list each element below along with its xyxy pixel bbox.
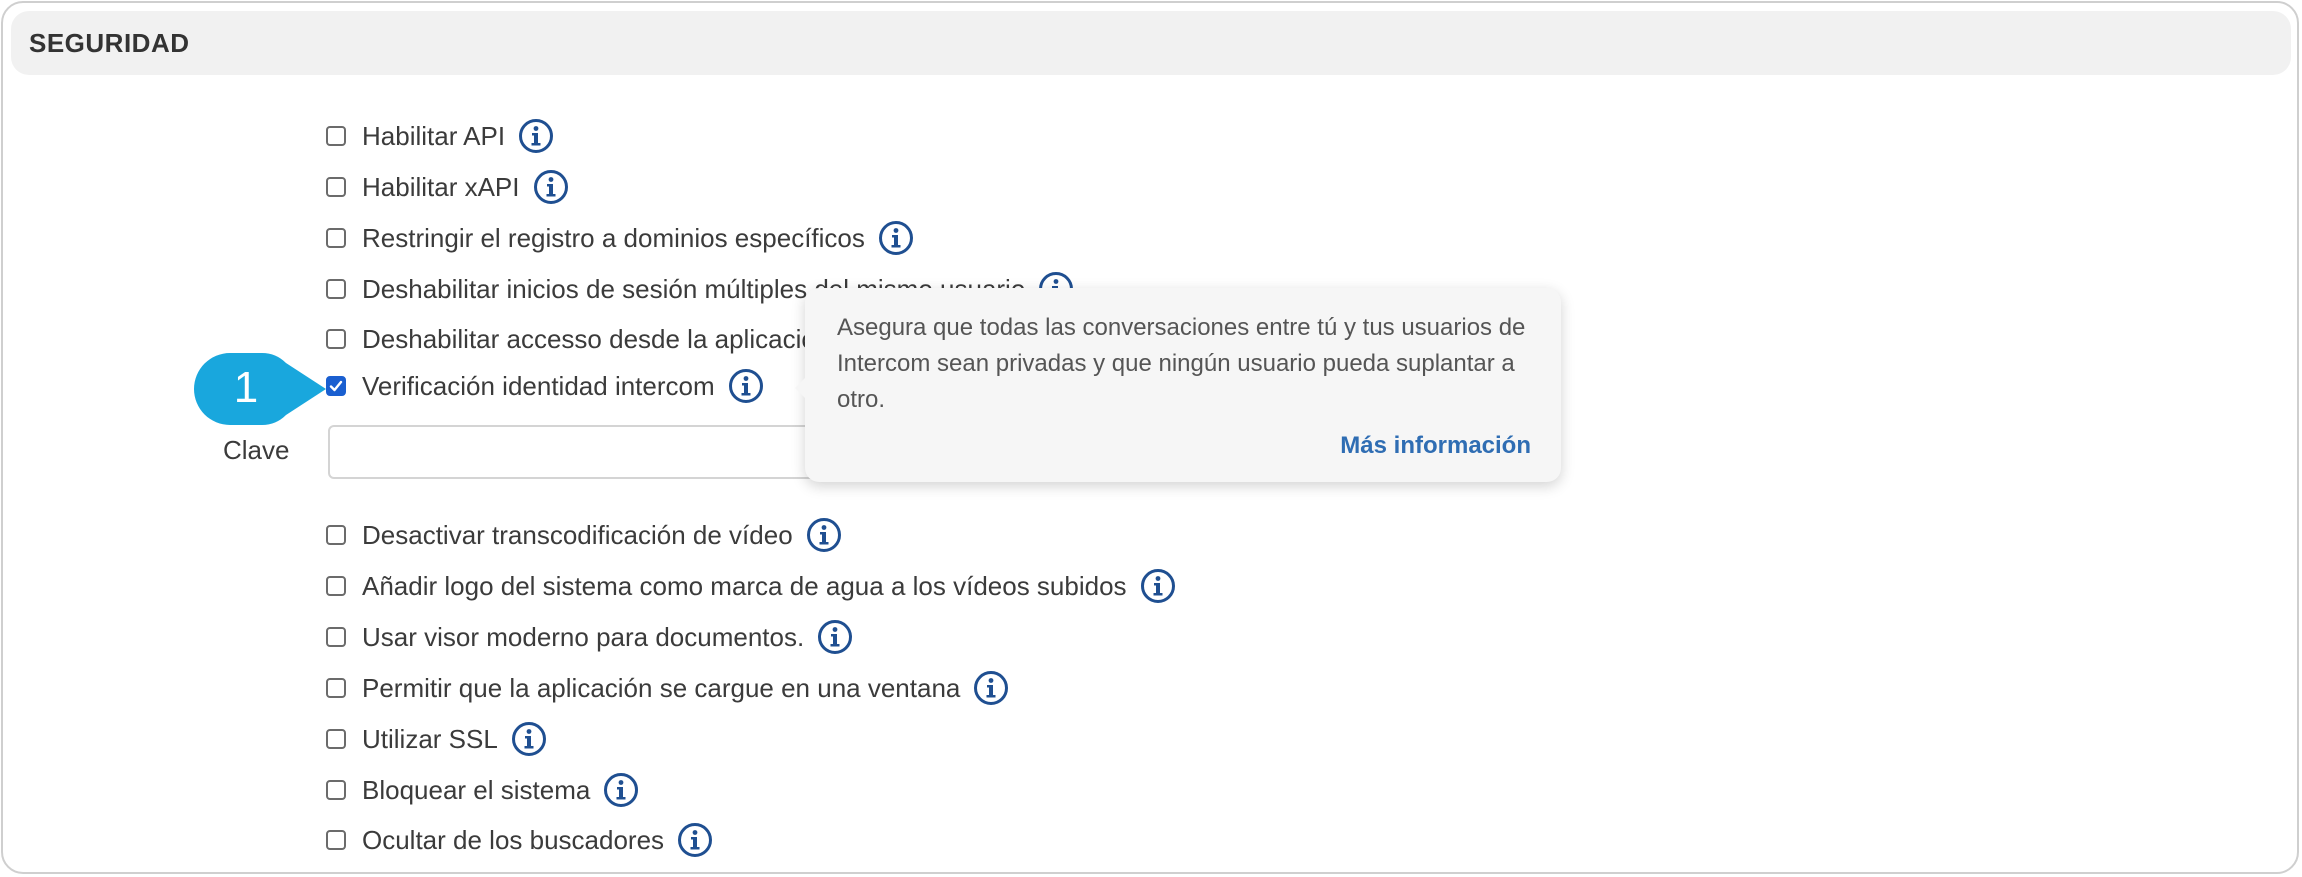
option-label: Usar visor moderno para documentos. [362, 621, 805, 652]
option-label: Ocultar de los buscadores [362, 824, 665, 855]
more-info-link[interactable]: Más información [1340, 432, 1531, 460]
info-icon[interactable] [1139, 567, 1177, 605]
checkbox-logo-marca-agua[interactable] [326, 576, 346, 596]
tooltip-arrow [795, 378, 805, 398]
info-icon[interactable] [805, 516, 843, 554]
option-label: Verificación identidad intercom [362, 370, 715, 401]
clave-input[interactable] [328, 425, 828, 479]
option-bloquear-sistema: Bloquear el sistema [326, 770, 640, 810]
step-callout: 1 [194, 353, 326, 425]
option-label: Añadir logo del sistema como marca de ag… [362, 570, 1127, 601]
info-icon[interactable] [517, 117, 555, 155]
tooltip-text: Asegura que todas las conversaciones ent… [837, 314, 1526, 413]
option-label: Bloquear el sistema [362, 774, 591, 805]
info-tooltip: Asegura que todas las conversaciones ent… [795, 288, 1561, 482]
option-label: Habilitar API [362, 120, 506, 151]
option-ocultar-buscadores: Ocultar de los buscadores [326, 820, 714, 860]
option-restringir-registro: Restringir el registro a dominios especí… [326, 218, 915, 258]
checkbox-habilitar-api[interactable] [326, 126, 346, 146]
option-habilitar-xapi: Habilitar xAPI [326, 167, 570, 207]
option-label: Habilitar xAPI [362, 171, 520, 202]
option-label: Deshabilitar accesso desde la aplicación [362, 323, 831, 354]
option-visor-moderno: Usar visor moderno para documentos. [326, 617, 854, 657]
option-verificacion-intercom: Verificación identidad intercom [326, 366, 765, 406]
checkbox-desactivar-transcodificacion[interactable] [326, 525, 346, 545]
checkbox-habilitar-xapi[interactable] [326, 177, 346, 197]
checkmark-icon [329, 380, 343, 392]
info-icon[interactable] [602, 771, 640, 809]
checkbox-restringir-registro[interactable] [326, 228, 346, 248]
info-icon[interactable] [972, 669, 1010, 707]
checkbox-utilizar-ssl[interactable] [326, 729, 346, 749]
option-label: Permitir que la aplicación se cargue en … [362, 672, 961, 703]
checkbox-cargar-en-ventana[interactable] [326, 678, 346, 698]
info-icon[interactable] [676, 821, 714, 859]
info-icon[interactable] [816, 618, 854, 656]
checkbox-deshabilitar-acceso-app[interactable] [326, 329, 346, 349]
option-cargar-en-ventana: Permitir que la aplicación se cargue en … [326, 668, 1010, 708]
info-icon[interactable] [532, 168, 570, 206]
option-utilizar-ssl: Utilizar SSL [326, 719, 548, 759]
checkbox-deshabilitar-sesiones-multiples[interactable] [326, 279, 346, 299]
callout-number: 1 [233, 363, 259, 412]
option-desactivar-transcodificacion: Desactivar transcodificación de vídeo [326, 515, 843, 555]
clave-label: Clave [223, 435, 290, 465]
option-deshabilitar-acceso-app: Deshabilitar accesso desde la aplicación [326, 319, 830, 359]
option-label: Utilizar SSL [362, 723, 498, 754]
option-logo-marca-agua: Añadir logo del sistema como marca de ag… [326, 566, 1177, 606]
section-title: SEGURIDAD [29, 27, 190, 58]
checkbox-verificacion-intercom[interactable] [326, 376, 346, 396]
info-icon[interactable] [727, 367, 765, 405]
checkbox-bloquear-sistema[interactable] [326, 780, 346, 800]
option-habilitar-api: Habilitar API [326, 116, 555, 156]
settings-panel: SEGURIDAD Habilitar API Habilitar xAPI R… [1, 1, 2299, 874]
option-label: Desactivar transcodificación de vídeo [362, 519, 793, 550]
checkbox-visor-moderno[interactable] [326, 627, 346, 647]
info-icon[interactable] [877, 219, 915, 257]
section-header: SEGURIDAD [11, 11, 2291, 75]
info-icon[interactable] [510, 720, 548, 758]
option-label: Restringir el registro a dominios especí… [362, 222, 865, 253]
checkbox-ocultar-buscadores[interactable] [326, 830, 346, 850]
